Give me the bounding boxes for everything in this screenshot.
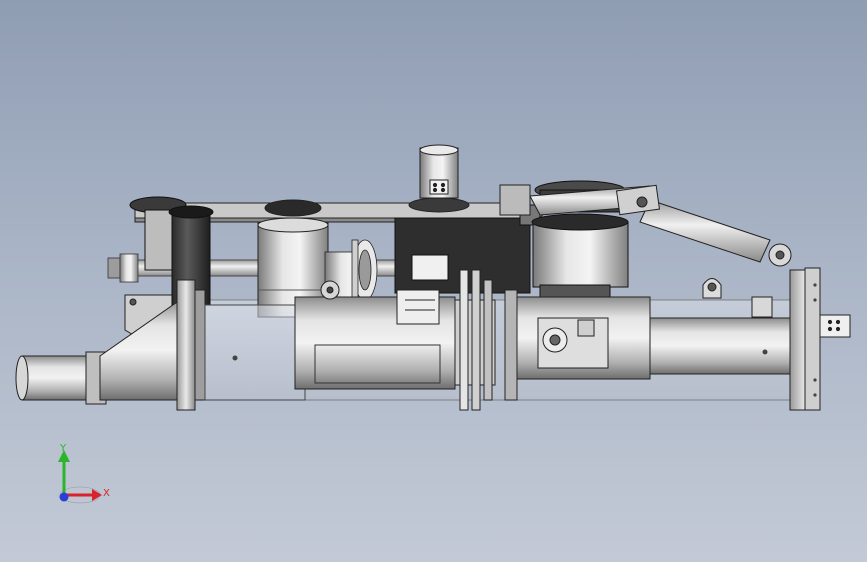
cad-3d-viewport[interactable]: Y X xyxy=(0,0,867,562)
gearbox xyxy=(537,317,609,369)
left-flange xyxy=(176,279,206,411)
coordinate-triad xyxy=(58,450,102,504)
axis-y-label: Y xyxy=(60,443,67,454)
inlet-pipe xyxy=(15,299,196,405)
lifting-eye-right xyxy=(702,278,722,299)
top-motor xyxy=(408,144,470,213)
assembly-model[interactable] xyxy=(0,0,867,562)
axis-x-label: X xyxy=(103,488,110,499)
